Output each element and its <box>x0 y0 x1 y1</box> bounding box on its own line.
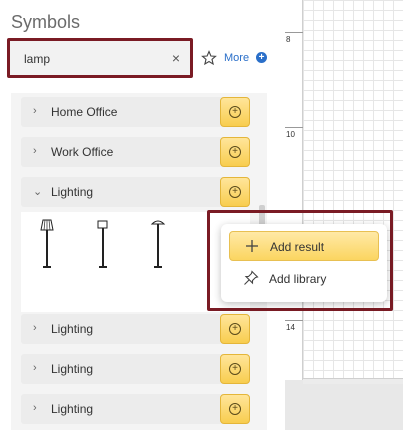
category-home-office[interactable]: › Home Office + <box>21 97 250 127</box>
pin-icon <box>244 270 259 285</box>
more-plus-icon[interactable]: + <box>256 52 267 63</box>
category-lighting-3[interactable]: › Lighting + <box>21 354 250 384</box>
category-lighting-expanded[interactable]: ⌄ Lighting + <box>21 177 250 207</box>
ruler-tick <box>285 127 303 128</box>
plus-circle-icon: + <box>229 363 241 375</box>
search-input[interactable] <box>24 50 164 68</box>
menu-item-label: Add library <box>269 272 327 286</box>
panel-title: Symbols <box>11 12 81 32</box>
ruler-tick <box>285 320 303 321</box>
ruler-label-10: 10 <box>286 130 295 139</box>
category-label: Lighting <box>51 185 94 199</box>
canvas-bottom-edge <box>303 378 403 384</box>
ruler-tick <box>285 32 303 33</box>
ruler-label-8: 8 <box>286 35 291 44</box>
plus-circle-icon: + <box>229 186 241 198</box>
chevron-right-icon: › <box>33 402 37 414</box>
menu-item-label: Add result <box>270 240 325 254</box>
plus-circle-icon: + <box>229 323 241 335</box>
category-work-office[interactable]: › Work Office + <box>21 137 250 167</box>
add-category-button[interactable]: + <box>220 394 250 424</box>
floor-lamp-shade-symbol[interactable] <box>39 218 55 270</box>
plus-icon <box>246 240 258 252</box>
add-category-button[interactable]: + <box>220 314 250 344</box>
clear-search-icon[interactable]: × <box>172 50 180 66</box>
floor-lamp-cylinder-symbol[interactable] <box>95 218 111 270</box>
category-label: Lighting <box>51 402 94 416</box>
more-link[interactable]: More <box>224 52 249 64</box>
chevron-right-icon: › <box>33 145 37 157</box>
chevron-down-icon: ⌄ <box>33 186 43 198</box>
category-label: Lighting <box>51 322 94 336</box>
add-category-button[interactable]: + <box>220 177 250 207</box>
chevron-right-icon: › <box>33 322 37 334</box>
vertical-ruler: 8 10 14 <box>285 0 303 380</box>
drawing-grid[interactable] <box>303 0 403 380</box>
add-category-button[interactable]: + <box>220 354 250 384</box>
add-result-menu-item[interactable]: Add result <box>229 231 379 261</box>
plus-circle-icon: + <box>229 146 241 158</box>
plus-circle-icon: + <box>229 106 241 118</box>
category-lighting-4[interactable]: › Lighting + <box>21 394 250 424</box>
floor-lamp-dome-symbol[interactable] <box>149 218 167 270</box>
plus-circle-icon: + <box>229 403 241 415</box>
chevron-right-icon: › <box>33 105 37 117</box>
category-label: Lighting <box>51 362 94 376</box>
add-category-button[interactable]: + <box>220 137 250 167</box>
ruler-label-14: 14 <box>286 323 295 332</box>
search-box: × <box>7 38 193 78</box>
add-menu-popup: Add result Add library <box>221 224 387 302</box>
category-lighting-2[interactable]: › Lighting + <box>21 314 250 344</box>
category-label: Work Office <box>51 145 114 159</box>
add-category-button[interactable]: + <box>220 97 250 127</box>
add-library-menu-item[interactable]: Add library <box>229 264 379 294</box>
chevron-right-icon: › <box>33 362 37 374</box>
category-label: Home Office <box>51 105 118 119</box>
star-icon[interactable] <box>201 50 217 66</box>
